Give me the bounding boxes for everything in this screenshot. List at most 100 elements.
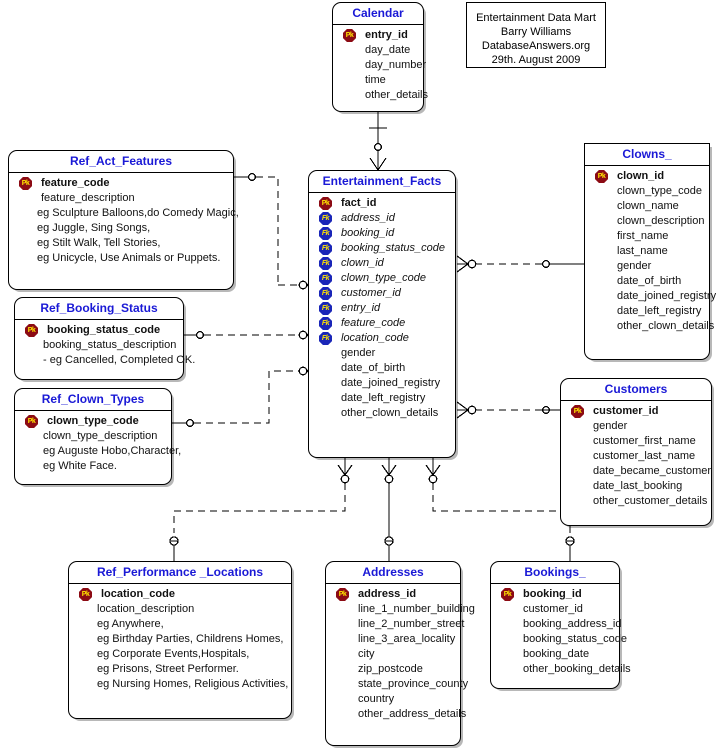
attribute-list: Pk booking_id customer_id booking_address… [491, 584, 631, 682]
attribute-name: other_details [365, 89, 428, 101]
attribute-row: location_description [71, 602, 289, 617]
attribute-name: booking_status_code [341, 242, 445, 254]
attribute-name: address_id [358, 588, 417, 600]
attribute-row: eg Unicycle, Use Animals or Puppets. [11, 251, 231, 266]
attribute-row: clown_name [587, 199, 707, 214]
attribute-row: first_name [587, 229, 707, 244]
attribute-name: line_1_number_building [358, 603, 475, 615]
attribute-list: Pk entry_id day_date day_number time othe… [333, 25, 428, 108]
title-line-2: DatabaseAnswers.org [481, 40, 591, 52]
attribute-name: location_description [97, 603, 195, 615]
attribute-name: city [358, 648, 375, 660]
attribute-name: zip_postcode [358, 663, 423, 675]
attribute-row: day_number [335, 58, 426, 73]
attribute-row: eg Sculpture Balloons,do Comedy Magic, [11, 206, 239, 221]
attribute-name: gender [593, 420, 628, 432]
entity-clowns[interactable]: Clowns_ Pk clown_id clown_type_code clown… [584, 143, 716, 360]
attribute-row: other_address_details [328, 707, 466, 722]
title-line-1: Barry Williams [500, 26, 572, 38]
attribute-name: gender [617, 260, 652, 272]
attribute-name: date_left_registry [341, 392, 426, 404]
relationship-clowns-facts [456, 255, 584, 273]
attribute-row: other_details [335, 88, 428, 103]
attribute-row: date_left_registry [587, 304, 707, 319]
attribute-row: eg Anywhere, [71, 617, 289, 632]
relationship-booking-status-facts [183, 326, 319, 344]
attribute-name: date_joined_registry [341, 377, 441, 389]
relationship-customers-facts [456, 401, 560, 419]
relationship-calendar-facts [369, 112, 387, 171]
entity-customers[interactable]: Customers Pk customer_id gender customer_… [560, 378, 712, 526]
attribute-row: eg Birthday Parties, Childrens Homes, [71, 632, 289, 647]
entity-addresses[interactable]: Addresses Pk address_id line_1_number_bui… [325, 561, 475, 746]
entity-ref-clown-types[interactable]: Ref_Clown_Types Pk clown_type_code clown_… [14, 388, 181, 485]
attribute-name: eg Corporate Events,Hospitals, [97, 648, 250, 660]
fk-badge: Fk [319, 287, 332, 300]
entity-calendar[interactable]: Calendar Pk entry_id day_date day_number … [332, 2, 428, 112]
attribute-row: customer_last_name [563, 449, 709, 464]
er-diagram-canvas: Entertainment Data Mart Barry Williams D… [0, 0, 716, 748]
attribute-row: - eg Cancelled, Completed OK. [17, 353, 195, 368]
attribute-row: gender [563, 419, 709, 434]
attribute-row: Pk feature_code [11, 176, 231, 191]
attribute-name: other_address_details [358, 708, 467, 720]
attribute-list: Pk address_id line_1_number_building line… [326, 584, 475, 727]
attribute-row: city [328, 647, 458, 662]
attribute-name: fact_id [341, 197, 377, 209]
attribute-row: date_joined_registry [311, 376, 453, 391]
attribute-name: feature_description [41, 192, 135, 204]
entity-ref-act-features[interactable]: Ref_Act_Features Pk feature_code feature_… [8, 150, 239, 290]
attribute-name: booking_status_description [43, 339, 177, 351]
attribute-name: clown_name [617, 200, 679, 212]
entity-title: Customers [561, 379, 711, 401]
attribute-name: eg Nursing Homes, Religious Activities, [97, 678, 289, 690]
attribute-row: Pk clown_id [587, 169, 707, 184]
attribute-row: day_date [335, 43, 421, 58]
attribute-row: date_joined_registry [587, 289, 716, 304]
attribute-row: state_province_county [328, 677, 468, 692]
attribute-row: Fk customer_id [311, 286, 453, 301]
attribute-name: time [365, 74, 386, 86]
attribute-name: clown_id [341, 257, 384, 269]
attribute-name: country [358, 693, 395, 705]
entity-ref-performance-locations[interactable]: Ref_Performance _Locations Pk location_co… [68, 561, 292, 719]
attribute-name: feature_code [41, 177, 110, 189]
attribute-name: gender [341, 347, 376, 359]
fk-badge: Fk [319, 317, 332, 330]
attribute-name: clown_type_code [617, 185, 703, 197]
pk-badge: Pk [595, 170, 608, 183]
attribute-row: customer_id [493, 602, 617, 617]
attribute-row: line_2_number_street [328, 617, 464, 632]
attribute-name: other_clown_details [617, 320, 715, 332]
title-line-0: Entertainment Data Mart [476, 12, 596, 24]
entity-title: Addresses [326, 562, 460, 584]
attribute-name: eg Unicycle, Use Animals or Puppets. [37, 252, 221, 264]
pk-badge: Pk [336, 588, 349, 601]
fk-badge: Fk [319, 332, 332, 345]
attribute-row: feature_description [11, 191, 231, 206]
attribute-row: Pk fact_id [311, 196, 453, 211]
attribute-row: Pk address_id [328, 587, 458, 602]
attribute-name: entry_id [341, 302, 381, 314]
attribute-row: other_clown_details [311, 406, 453, 421]
attribute-name: date_last_booking [593, 480, 683, 492]
attribute-row: clown_type_code [587, 184, 707, 199]
attribute-row: line_3_area_locality [328, 632, 458, 647]
entity-entertainment-facts[interactable]: Entertainment_Facts Pk fact_id Fk address_… [308, 170, 456, 458]
entity-bookings[interactable]: Bookings_ Pk booking_id customer_id booki… [490, 561, 631, 689]
entity-title: Bookings_ [491, 562, 619, 584]
attribute-row: Fk feature_code [311, 316, 453, 331]
attribute-name: clown_id [617, 170, 665, 182]
fk-badge: Fk [319, 227, 332, 240]
entity-ref-booking-status[interactable]: Ref_Booking_Status Pk booking_status_code… [14, 297, 195, 380]
attribute-name: feature_code [341, 317, 406, 329]
attribute-row: date_last_booking [563, 479, 709, 494]
attribute-row: Pk booking_id [493, 587, 617, 602]
attribute-name: customer_first_name [593, 435, 696, 447]
fk-badge: Fk [319, 302, 332, 315]
attribute-name: clown_type_code [341, 272, 427, 284]
attribute-name: day_number [365, 59, 427, 71]
attribute-row: Fk booking_id [311, 226, 453, 241]
relationship-locations-facts [169, 458, 353, 561]
attribute-row: clown_type_description [17, 429, 169, 444]
